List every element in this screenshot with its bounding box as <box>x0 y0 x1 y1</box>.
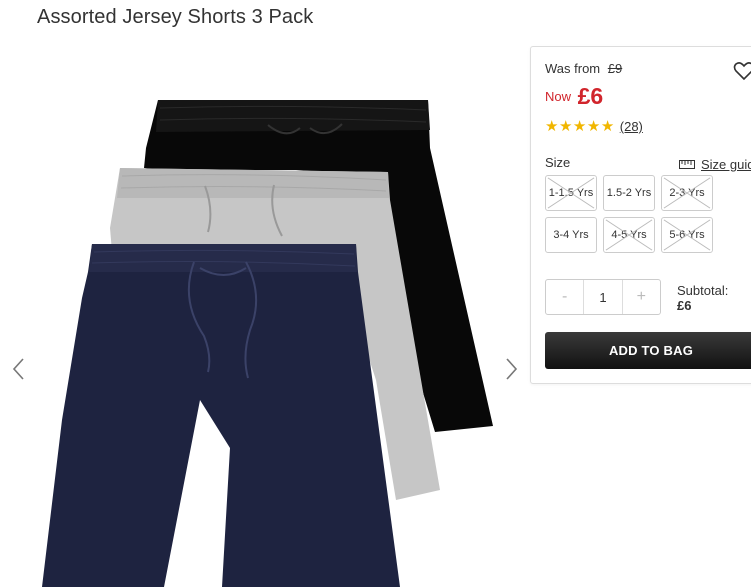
quantity-input[interactable]: 1 <box>583 280 623 314</box>
wishlist-heart-icon[interactable] <box>733 61 751 81</box>
product-image-gallery <box>0 88 530 587</box>
size-option-2-3-yrs[interactable]: 2-3 Yrs <box>661 175 713 211</box>
size-option-1.5-2-yrs[interactable]: 1.5-2 Yrs <box>603 175 655 211</box>
size-guide-label: Size guide <box>701 157 751 172</box>
star-icon: ★ <box>558 118 573 135</box>
was-price-row: Was from £9 <box>545 61 622 76</box>
size-label: Size <box>545 155 571 170</box>
quantity-stepper: - 1 + <box>545 279 661 315</box>
product-image <box>42 100 493 587</box>
add-to-bag-button[interactable]: ADD TO BAG <box>545 332 751 369</box>
size-option-4-5-yrs[interactable]: 4-5 Yrs <box>603 217 655 253</box>
unavailable-cross-icon <box>663 219 711 251</box>
unavailable-cross-icon <box>547 177 595 209</box>
gallery-next-chevron-right-icon[interactable] <box>500 356 522 382</box>
ruler-icon <box>679 160 695 169</box>
now-price-row: Now £6 <box>545 83 603 110</box>
star-icon: ★ <box>600 118 615 135</box>
size-option-3-4-yrs[interactable]: 3-4 Yrs <box>545 217 597 253</box>
size-guide-link[interactable]: Size guide <box>679 157 751 172</box>
product-purchase-panel: Was from £9 Now £6 ★ ★ ★ ★ ★ (28) Size S… <box>530 46 751 384</box>
size-option-1-1.5-yrs[interactable]: 1-1.5 Yrs <box>545 175 597 211</box>
product-title: Assorted Jersey Shorts 3 Pack <box>37 6 314 28</box>
review-count-link[interactable]: (28) <box>620 119 643 134</box>
unavailable-cross-icon <box>605 219 653 251</box>
unavailable-cross-icon <box>663 177 711 209</box>
quantity-decrease-button[interactable]: - <box>546 280 583 314</box>
now-label: Now <box>545 89 572 104</box>
rating-row: ★ ★ ★ ★ ★ (28) <box>545 119 643 134</box>
star-icon: ★ <box>572 118 587 135</box>
quantity-increase-button[interactable]: + <box>623 280 660 314</box>
size-option-label: 1.5-2 Yrs <box>606 187 652 199</box>
gallery-prev-chevron-left-icon[interactable] <box>8 356 30 382</box>
subtotal-label: Subtotal: <box>677 283 729 298</box>
size-option-label: 3-4 Yrs <box>553 229 589 241</box>
now-price: £6 <box>577 83 604 109</box>
star-icon: ★ <box>586 118 601 135</box>
was-price: £9 <box>607 61 623 76</box>
subtotal-value: £6 <box>677 298 692 313</box>
navy-shorts-image <box>42 244 400 587</box>
star-icon: ★ <box>545 118 559 135</box>
size-option-5-6-yrs[interactable]: 5-6 Yrs <box>661 217 713 253</box>
subtotal: Subtotal: £6 <box>677 283 728 313</box>
was-label: Was from <box>545 61 601 76</box>
